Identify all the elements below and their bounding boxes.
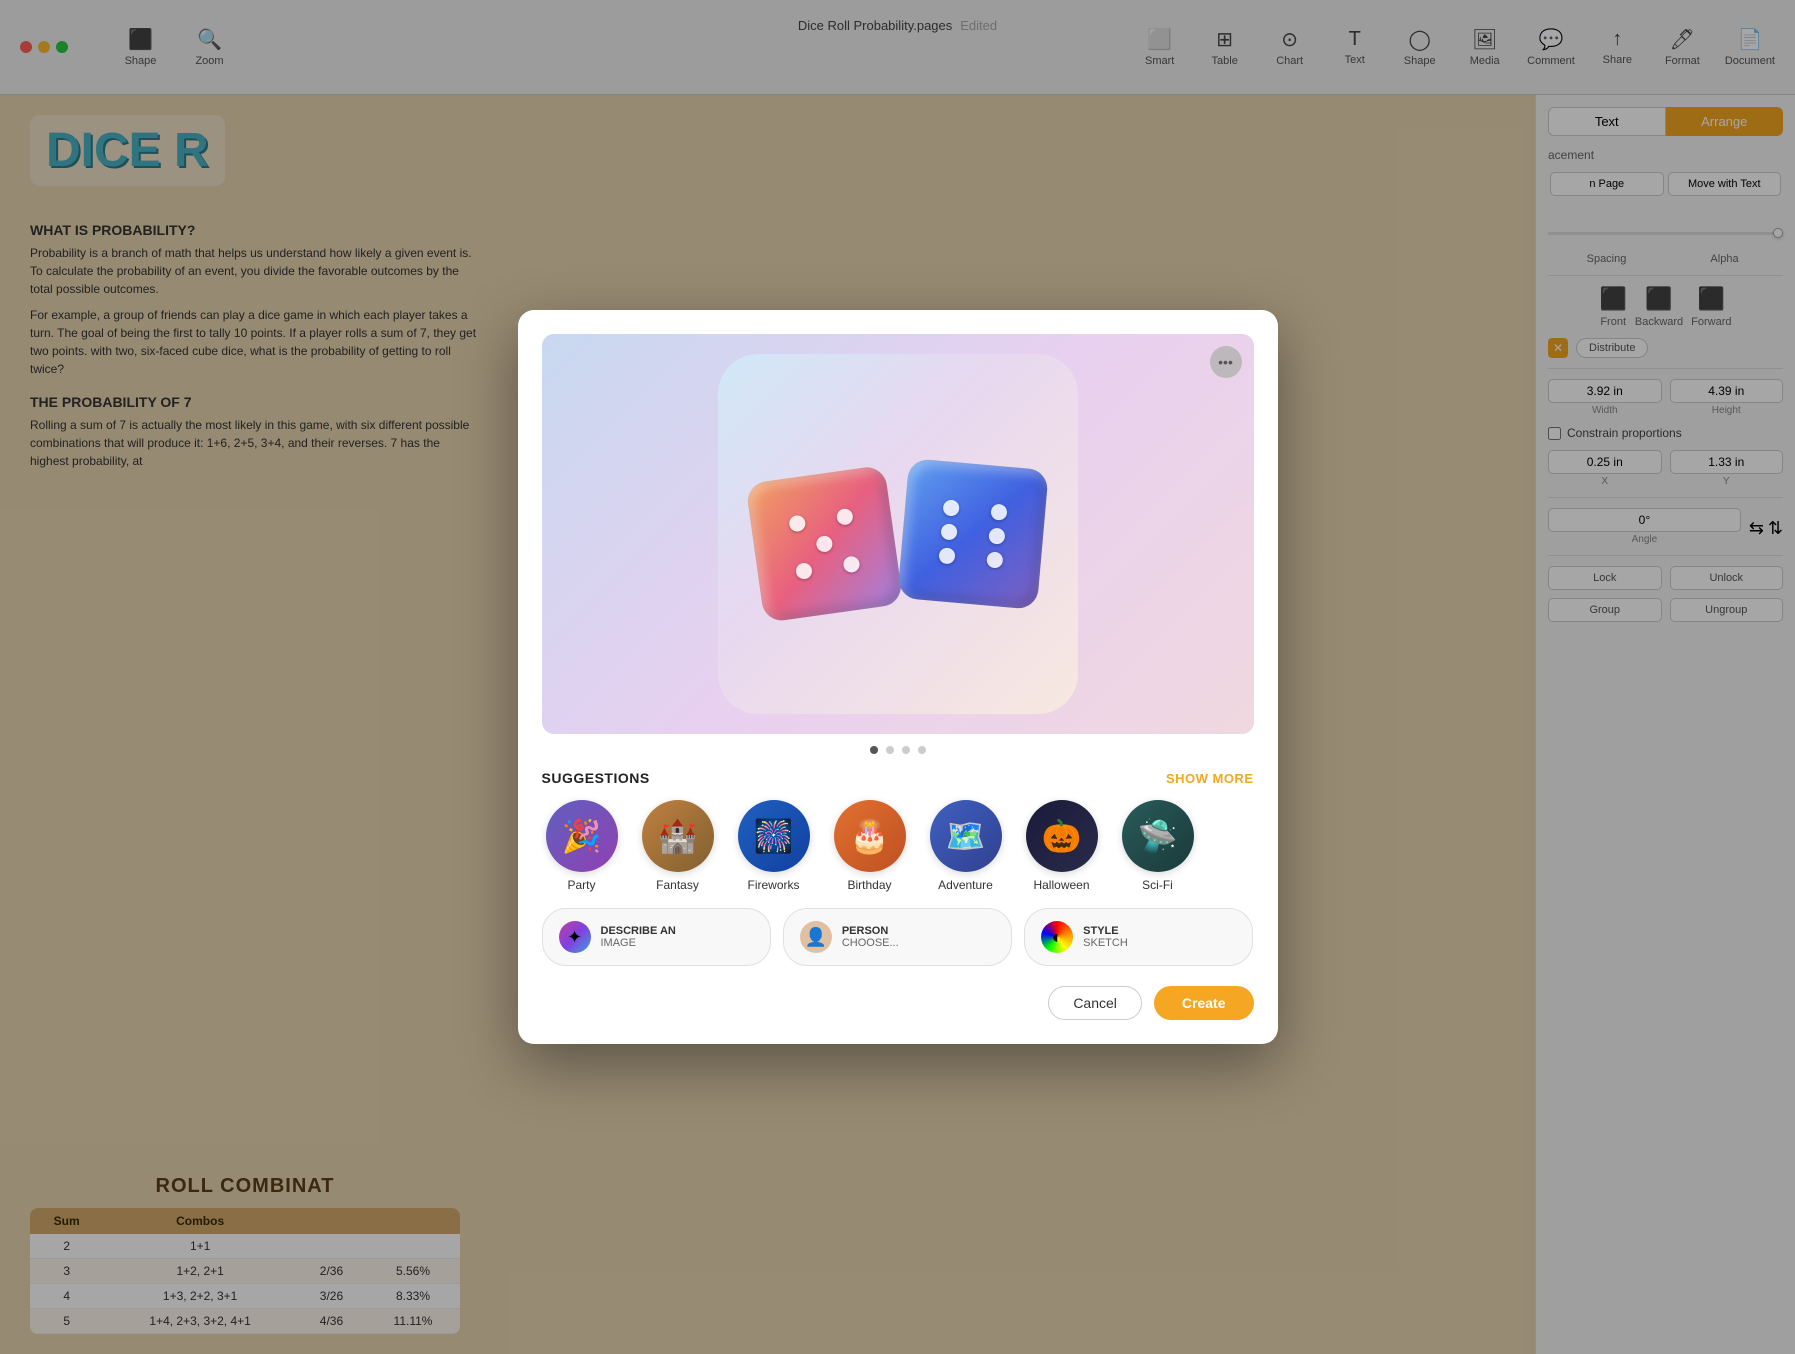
person-option-icon: 👤 (800, 921, 832, 953)
person-main: PERSON (842, 925, 899, 937)
describe-sub: IMAGE (601, 937, 676, 949)
bottom-option-describe[interactable]: ✦ DESCRIBE AN IMAGE (542, 908, 771, 966)
dot-empty (964, 525, 981, 542)
suggestion-fantasy[interactable]: 🏰 Fantasy (638, 800, 718, 892)
modal-overlay: ••• (0, 0, 1795, 1354)
image-preview-area: ••• (542, 334, 1254, 734)
more-icon: ••• (1218, 354, 1233, 370)
suggestions-grid: 🎉 Party 🏰 Fantasy 🎆 Fireworks 🎂 Birthday… (542, 800, 1254, 892)
describe-option-icon: ✦ (559, 921, 591, 953)
dot-empty (812, 511, 830, 529)
describe-option-text: DESCRIBE AN IMAGE (601, 925, 676, 949)
more-options-button[interactable]: ••• (1210, 346, 1242, 378)
describe-main: DESCRIBE AN (601, 925, 676, 937)
dot-empty (839, 532, 857, 550)
fireworks-icon: 🎆 (738, 800, 810, 872)
dot-empty (791, 538, 809, 556)
dot (938, 547, 955, 564)
suggestion-scifi[interactable]: 🛸 Sci-Fi (1118, 800, 1198, 892)
dot-empty (962, 549, 979, 566)
dot-3[interactable] (902, 746, 910, 754)
dot-4[interactable] (918, 746, 926, 754)
bottom-option-style[interactable]: ◐ STYLE SKETCH (1024, 908, 1253, 966)
style-option-icon: ◐ (1041, 921, 1073, 953)
dot (842, 555, 860, 573)
suggestions-header: SUGGESTIONS SHOW MORE (542, 770, 1254, 786)
suggestion-party[interactable]: 🎉 Party (542, 800, 622, 892)
dot (815, 535, 833, 553)
die-blue (897, 458, 1049, 610)
person-sub: CHOOSE... (842, 937, 899, 949)
adventure-icon: 🗺️ (930, 800, 1002, 872)
dice-preview (718, 354, 1078, 714)
scifi-icon: 🛸 (1122, 800, 1194, 872)
fireworks-label: Fireworks (747, 878, 799, 892)
dot (835, 508, 853, 526)
halloween-label: Halloween (1033, 878, 1089, 892)
person-option-text: PERSON CHOOSE... (842, 925, 899, 949)
die-pink (745, 465, 903, 623)
suggestions-title: SUGGESTIONS (542, 770, 650, 786)
dot (940, 523, 957, 540)
bottom-options: ✦ DESCRIBE AN IMAGE 👤 PERSON CHOOSE... ◐… (542, 908, 1254, 966)
adventure-label: Adventure (938, 878, 993, 892)
party-icon: 🎉 (546, 800, 618, 872)
dot (986, 551, 1003, 568)
dot (942, 499, 959, 516)
image-creator-modal: ••• (518, 310, 1278, 1044)
fantasy-icon: 🏰 (642, 800, 714, 872)
scifi-label: Sci-Fi (1142, 878, 1173, 892)
suggestion-birthday[interactable]: 🎂 Birthday (830, 800, 910, 892)
dot-empty (818, 559, 836, 577)
dot-empty (966, 501, 983, 518)
suggestion-fireworks[interactable]: 🎆 Fireworks (734, 800, 814, 892)
dot (988, 527, 1005, 544)
dot (794, 562, 812, 580)
party-label: Party (567, 878, 595, 892)
fantasy-label: Fantasy (656, 878, 699, 892)
modal-footer: Cancel Create (542, 986, 1254, 1020)
dot-2[interactable] (886, 746, 894, 754)
birthday-label: Birthday (847, 878, 891, 892)
birthday-icon: 🎂 (834, 800, 906, 872)
style-main: STYLE (1083, 925, 1128, 937)
create-button[interactable]: Create (1154, 986, 1254, 1020)
halloween-icon: 🎃 (1026, 800, 1098, 872)
suggestion-adventure[interactable]: 🗺️ Adventure (926, 800, 1006, 892)
dot (788, 514, 806, 532)
show-more-button[interactable]: SHOW MORE (1166, 771, 1254, 786)
cancel-button[interactable]: Cancel (1048, 986, 1142, 1020)
dot-1[interactable] (870, 746, 878, 754)
suggestion-halloween[interactable]: 🎃 Halloween (1022, 800, 1102, 892)
dice-visual (753, 464, 1043, 604)
style-sub: SKETCH (1083, 937, 1128, 949)
bottom-option-person[interactable]: 👤 PERSON CHOOSE... (783, 908, 1012, 966)
dot (990, 504, 1007, 521)
page-dots-indicator (542, 746, 1254, 754)
style-option-text: STYLE SKETCH (1083, 925, 1128, 949)
